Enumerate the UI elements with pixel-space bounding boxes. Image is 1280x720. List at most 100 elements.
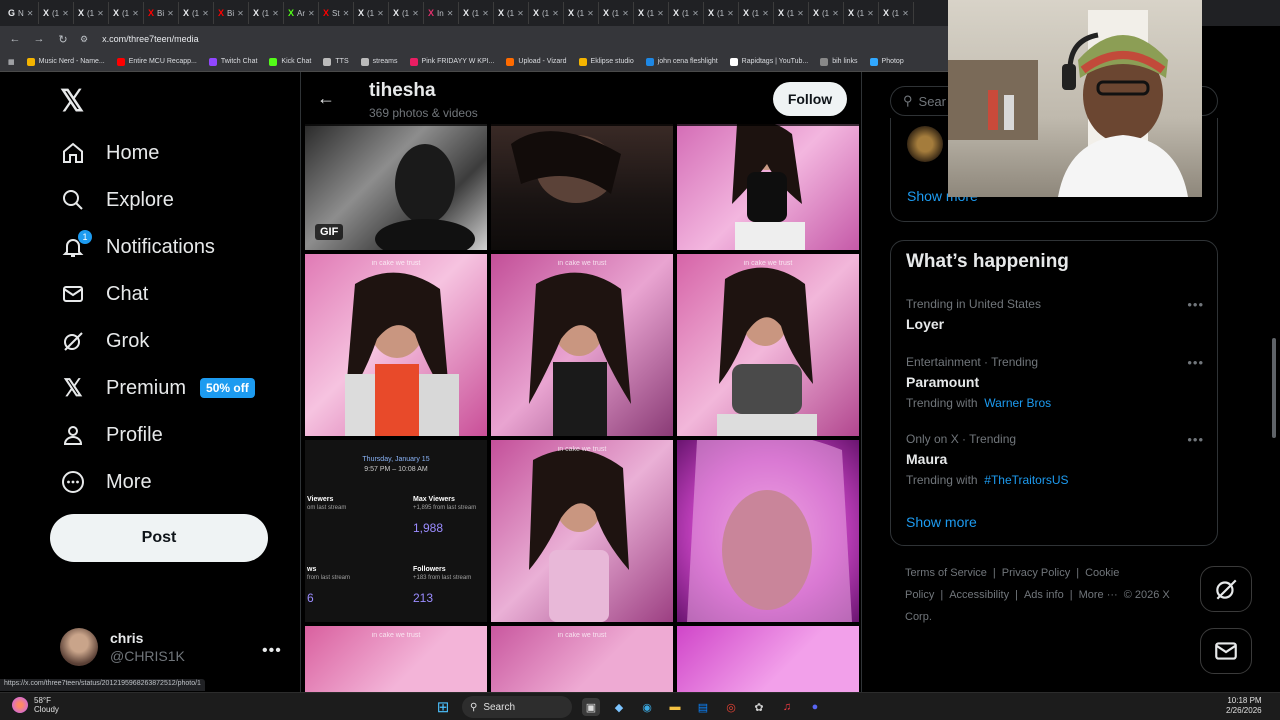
nav-profile[interactable]: Profile — [60, 415, 163, 455]
close-tab-icon[interactable]: ✕ — [657, 9, 664, 18]
windows-start-icon[interactable]: ⊞ — [434, 698, 452, 716]
close-tab-icon[interactable]: ✕ — [412, 9, 419, 18]
browser-tab[interactable]: X (1 ✕ — [879, 2, 914, 24]
post-button[interactable]: Post — [50, 514, 268, 562]
media-item[interactable]: in cake we trust — [305, 254, 487, 436]
close-tab-icon[interactable]: ✕ — [343, 9, 350, 18]
nav-grok[interactable]: Grok — [60, 321, 149, 361]
media-item[interactable]: GIF — [305, 124, 487, 250]
file-explorer-icon[interactable]: ▬ — [666, 698, 684, 716]
browser-tab[interactable]: X Bi ✕ — [144, 2, 179, 24]
close-tab-icon[interactable]: ✕ — [447, 9, 454, 18]
trend-with-link[interactable]: Warner Bros — [984, 396, 1051, 410]
back-arrow-icon[interactable]: ← — [317, 88, 335, 109]
browser-tab[interactable]: X (1 ✕ — [774, 2, 809, 24]
close-tab-icon[interactable]: ✕ — [797, 9, 804, 18]
footer-link[interactable]: Privacy Policy — [1002, 567, 1070, 579]
more-icon[interactable]: ••• — [1187, 432, 1204, 447]
nav-more[interactable]: More — [60, 462, 152, 502]
browser-tab[interactable]: X (1 ✕ — [739, 2, 774, 24]
more-icon[interactable]: ••• — [1187, 297, 1204, 312]
more-icon[interactable]: ••• — [1187, 355, 1204, 370]
browser-tab[interactable]: X (1 ✕ — [459, 2, 494, 24]
bookmark-item[interactable]: john cena fleshlight — [645, 57, 718, 66]
browser-tab[interactable]: G N ✕ — [4, 2, 39, 24]
url-field[interactable]: x.com/three7teen/media — [102, 34, 199, 44]
browser-tab[interactable]: X (1 ✕ — [564, 2, 599, 24]
browser-tab[interactable]: X (1 ✕ — [634, 2, 669, 24]
close-tab-icon[interactable]: ✕ — [552, 9, 559, 18]
nav-notifications[interactable]: 1 Notifications — [60, 227, 215, 267]
close-tab-icon[interactable]: ✕ — [97, 9, 104, 18]
bookmark-item[interactable]: Photop — [869, 57, 904, 66]
close-tab-icon[interactable]: ✕ — [167, 9, 174, 18]
browser-tab[interactable]: X In ✕ — [424, 2, 459, 24]
browser-tab[interactable]: X (1 ✕ — [109, 2, 144, 24]
browser-tab[interactable]: X (1 ✕ — [599, 2, 634, 24]
settings-icon[interactable]: ✿ — [750, 698, 768, 716]
nav-chat[interactable]: Chat — [60, 274, 148, 314]
browser-tab[interactable]: X Ar ✕ — [284, 2, 319, 24]
browser-tab[interactable]: X St ✕ — [319, 2, 354, 24]
account-switcher[interactable]: chris @CHRIS1K — [60, 628, 185, 666]
stream-stats-item[interactable]: Thursday, January 15 9:57 PM – 10:08 AM … — [305, 440, 487, 622]
browser-tab[interactable]: X (1 ✕ — [669, 2, 704, 24]
close-tab-icon[interactable]: ✕ — [27, 9, 34, 18]
browser-tab[interactable]: X (1 ✕ — [809, 2, 844, 24]
close-tab-icon[interactable]: ✕ — [727, 9, 734, 18]
browser-tab[interactable]: X (1 ✕ — [179, 2, 214, 24]
browser-tab[interactable]: X (1 ✕ — [389, 2, 424, 24]
bookmark-item[interactable]: Music Nerd - Name... — [26, 57, 105, 66]
scrollbar[interactable] — [1270, 76, 1278, 684]
browser-tab[interactable]: X (1 ✕ — [844, 2, 879, 24]
media-item[interactable]: in cake we trust — [677, 254, 859, 436]
bookmark-item[interactable]: Kick Chat — [269, 57, 311, 66]
footer-link[interactable]: Terms of Service — [905, 567, 987, 579]
browser-tab[interactable]: X (1 ✕ — [529, 2, 564, 24]
close-tab-icon[interactable]: ✕ — [832, 9, 839, 18]
store-icon[interactable]: ▤ — [694, 698, 712, 716]
footer-link[interactable]: More ··· — [1079, 589, 1118, 601]
back-icon[interactable]: ← — [8, 33, 22, 45]
media-item[interactable]: in cake we trust — [491, 440, 673, 622]
trend-with-link[interactable]: #TheTraitorsUS — [984, 473, 1068, 487]
close-tab-icon[interactable]: ✕ — [482, 9, 489, 18]
footer-link[interactable]: Ads info — [1024, 589, 1064, 601]
media-item[interactable] — [491, 124, 673, 250]
media-item[interactable] — [677, 440, 859, 622]
close-tab-icon[interactable]: ✕ — [622, 9, 629, 18]
show-more-link[interactable]: Show more — [906, 514, 977, 530]
close-tab-icon[interactable]: ✕ — [692, 9, 699, 18]
close-tab-icon[interactable]: ✕ — [132, 9, 139, 18]
close-tab-icon[interactable]: ✕ — [237, 9, 244, 18]
weather-widget[interactable]: 58°F Cloudy — [12, 696, 59, 714]
avatar[interactable] — [907, 126, 943, 162]
media-item[interactable]: in cake we trust — [491, 254, 673, 436]
browser-tab[interactable]: X (1 ✕ — [39, 2, 74, 24]
browser-tab[interactable]: X (1 ✕ — [494, 2, 529, 24]
edge-icon[interactable]: ◉ — [638, 698, 656, 716]
discord-icon[interactable]: ● — [806, 698, 824, 716]
bookmark-item[interactable]: streams — [360, 57, 398, 66]
nav-home[interactable]: Home — [60, 133, 159, 173]
media-item[interactable]: in cake we trust — [491, 626, 673, 692]
nav-explore[interactable]: Explore — [60, 180, 174, 220]
media-item[interactable]: in cake we trust — [305, 626, 487, 692]
media-item[interactable] — [677, 124, 859, 250]
nav-premium[interactable]: 𝕏 Premium 50% off — [60, 368, 255, 408]
bookmark-item[interactable]: Twitch Chat — [208, 57, 257, 66]
close-tab-icon[interactable]: ✕ — [902, 9, 909, 18]
trend-item[interactable]: Entertainment · Trending Paramount Trend… — [906, 355, 1204, 410]
apps-icon[interactable]: ▦ — [8, 58, 15, 66]
messages-fab-button[interactable] — [1200, 628, 1252, 674]
bookmark-item[interactable]: Upload - Vizard — [506, 57, 567, 66]
trend-item[interactable]: Trending in United States Loyer ••• — [906, 297, 1204, 332]
close-tab-icon[interactable]: ✕ — [62, 9, 69, 18]
forward-icon[interactable]: → — [32, 33, 46, 45]
browser-tab[interactable]: X (1 ✕ — [249, 2, 284, 24]
browser-tab[interactable]: X (1 ✕ — [704, 2, 739, 24]
reload-icon[interactable]: ↻ — [56, 33, 70, 46]
bookmark-item[interactable]: Rapidtags | YouTub... — [729, 57, 808, 66]
copilot-icon[interactable]: ◆ — [610, 698, 628, 716]
close-tab-icon[interactable]: ✕ — [272, 9, 279, 18]
